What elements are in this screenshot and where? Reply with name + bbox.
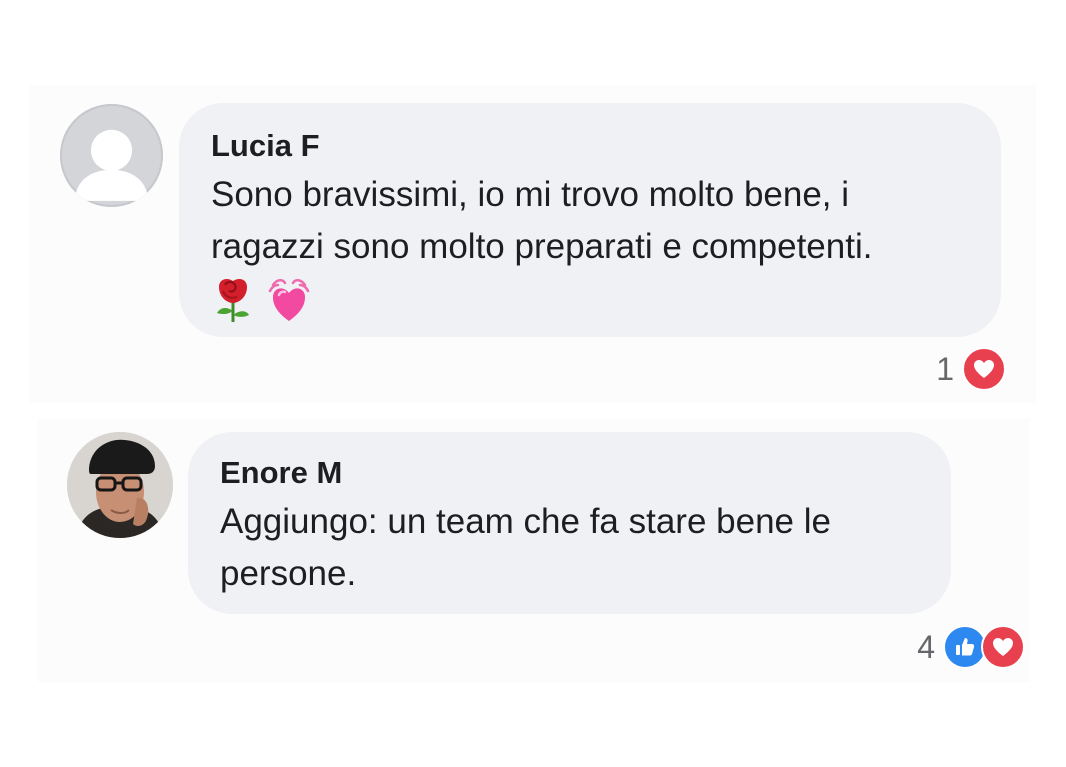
profile-photo[interactable] (67, 432, 173, 538)
love-reaction-icon (962, 347, 1006, 391)
rose-emoji (211, 275, 255, 323)
comment-author[interactable]: Lucia F (211, 129, 969, 163)
comment-bubble: Enore M Aggiungo: un team che fa stare b… (188, 432, 951, 614)
default-profile-icon[interactable] (60, 104, 163, 207)
reactions-summary[interactable]: 4 (917, 625, 1025, 669)
comment-text: Sono bravissimi, io mi trovo molto bene,… (211, 175, 873, 266)
reaction-count: 4 (917, 629, 935, 665)
comment-author[interactable]: Enore M (220, 456, 919, 490)
emoji-row (211, 275, 969, 323)
love-reaction-icon (981, 625, 1025, 669)
beating-heart-emoji (267, 275, 311, 323)
comment-text: Aggiungo: un team che fa stare bene le p… (220, 502, 831, 593)
reaction-count: 1 (936, 351, 954, 387)
comment-bubble: Lucia F Sono bravissimi, io mi trovo mol… (179, 103, 1001, 337)
reactions-summary[interactable]: 1 (936, 347, 1006, 391)
